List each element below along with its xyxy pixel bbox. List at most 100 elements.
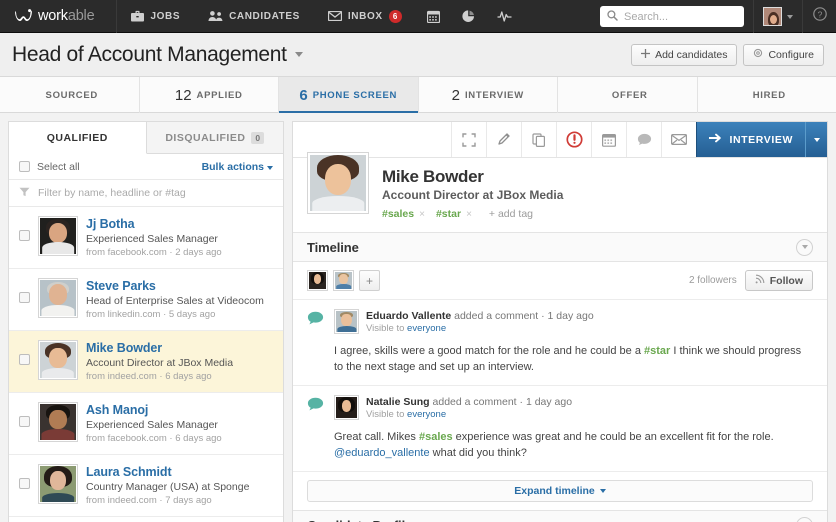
tag-star[interactable]: #star [436,208,461,220]
search-icon [607,8,618,26]
candidate-headline: Account Director at JBox Media [86,357,234,369]
comment-visibility: Visible to everyone [366,409,572,421]
stage-tab-applied[interactable]: 12 APPLIED [140,77,279,113]
list-item[interactable]: Laura Schmidt Country Manager (USA) at S… [9,455,283,517]
timeline-collapse-button[interactable] [796,238,813,256]
configure-button[interactable]: Configure [743,43,824,66]
stage-tab-hired[interactable]: HIRED [698,77,836,113]
nav-item-calendar[interactable] [416,0,451,33]
list-item-text: Ash Manoj Experienced Sales Manager from… [86,402,222,445]
comment-author[interactable]: Natalie Sung [366,396,430,408]
expand-icon[interactable] [451,122,486,157]
brand-logo-workable[interactable]: workable [0,0,118,33]
stage-label: APPLIED [196,89,243,101]
search-input[interactable] [624,10,737,23]
follow-button[interactable]: Follow [744,270,813,291]
activity-icon [496,10,512,22]
add-follower-button[interactable]: + [359,270,380,291]
stage-label: INTERVIEW [464,89,524,101]
tab-disqualified[interactable]: DISQUALIFIED 0 [147,122,284,153]
global-search-box[interactable] [600,6,744,27]
visibility-value[interactable]: everyone [407,409,446,420]
follower-avatar[interactable] [307,270,328,291]
nav-item-inbox[interactable]: INBOX 6 [314,0,416,33]
avatar [38,464,78,504]
briefcase-icon [131,10,145,22]
add-tag-button[interactable]: + add tag [489,208,533,220]
candidate-checkbox[interactable] [19,230,30,241]
nav-item-candidates-label: CANDIDATES [229,10,300,22]
configure-label: Configure [768,48,814,61]
candidate-headline: Head of Enterprise Sales at Videocom [86,295,264,307]
stage-tab-interview[interactable]: 2 INTERVIEW [419,77,558,113]
select-all-checkbox[interactable] [19,161,30,172]
workable-logo-icon [14,9,33,23]
remove-tag-icon[interactable]: × [419,209,425,220]
chevron-down-icon[interactable] [294,52,303,58]
move-to-interview-button[interactable]: INTERVIEW [696,122,805,157]
candidate-name[interactable]: Jj Botha [86,217,222,232]
nav-item-activity[interactable] [486,0,523,33]
candidate-hero-text: Mike Bowder Account Director at JBox Med… [382,166,563,220]
select-all-label: Select all [37,160,80,173]
candidate-checkbox[interactable] [19,354,30,365]
list-item[interactable]: Steve Parks Head of Enterprise Sales at … [9,269,283,331]
list-item[interactable]: Ethan Lindquist Commercial Director at C… [9,517,283,522]
timeline-entry-body: Natalie Sung added a comment · 1 day ago… [334,395,813,461]
candidate-name[interactable]: Laura Schmidt [86,465,249,480]
stage-tab-offer[interactable]: OFFER [558,77,698,113]
filter-icon [19,187,30,200]
page-header: Head of Account Management Add candidate… [0,33,836,77]
nav-item-candidates[interactable]: CANDIDATES [194,0,314,33]
comment-icon[interactable] [626,122,661,157]
tag-sales[interactable]: #sales [382,208,414,220]
tab-qualified[interactable]: QUALIFIED [9,122,147,154]
hashtag-sales[interactable]: #sales [419,431,453,443]
list-item[interactable]: Mike Bowder Account Director at JBox Med… [9,331,283,393]
disqualify-icon[interactable] [556,122,591,157]
help-button[interactable]: ? [802,0,836,33]
candidate-checkbox[interactable] [19,416,30,427]
calendar-icon [426,10,440,23]
nav-right-group: ? [600,0,836,33]
chevron-down-icon [599,489,606,493]
hashtag-star[interactable]: #star [644,345,670,357]
nav-item-jobs[interactable]: JOBS [117,0,194,33]
comment-author[interactable]: Eduardo Vallente [366,310,451,322]
add-candidates-button[interactable]: Add candidates [631,43,738,66]
stage-label: SOURCED [45,89,98,101]
list-item[interactable]: Jj Botha Experienced Sales Manager from … [9,207,283,269]
edit-pencil-icon[interactable] [486,122,521,157]
stage-tab-phone-screen[interactable]: 6 PHONE SCREEN [279,77,419,113]
pie-chart-icon [461,9,475,23]
mention-eduardo[interactable]: @eduardo_vallente [334,447,430,459]
plus-icon [641,48,651,61]
profile-collapse-button[interactable] [796,516,813,522]
candidate-avatar [307,152,369,214]
copy-icon[interactable] [521,122,556,157]
comment-text-part: Great call. Mikes [334,431,419,443]
filter-row[interactable]: Filter by name, headline or #tag [9,180,283,207]
followers-count: 2 followers [688,275,737,286]
remove-tag-icon[interactable]: × [466,209,472,220]
candidate-checkbox[interactable] [19,478,30,489]
calendar-icon[interactable] [591,122,626,157]
candidate-checkbox[interactable] [19,292,30,303]
stage-tab-sourced[interactable]: SOURCED [0,77,140,113]
followers-row: + 2 followers Follow [293,262,827,300]
user-menu[interactable] [753,0,802,33]
follower-avatar[interactable] [333,270,354,291]
candidate-name[interactable]: Ash Manoj [86,403,222,418]
candidate-meta: from linkedin.com · 5 days ago [86,309,216,320]
email-icon[interactable] [661,122,696,157]
nav-item-reports[interactable] [451,0,486,33]
expand-timeline-button[interactable]: Expand timeline [307,480,813,502]
timeline-title: Timeline [307,239,359,255]
list-item[interactable]: Ash Manoj Experienced Sales Manager from… [9,393,283,455]
visibility-value[interactable]: everyone [407,323,446,334]
candidate-name[interactable]: Mike Bowder [86,341,233,356]
bulk-actions-button[interactable]: Bulk actions [202,161,273,173]
candidate-name[interactable]: Steve Parks [86,279,264,294]
interview-dropdown-button[interactable] [805,122,827,157]
page-title[interactable]: Head of Account Management [12,43,303,67]
